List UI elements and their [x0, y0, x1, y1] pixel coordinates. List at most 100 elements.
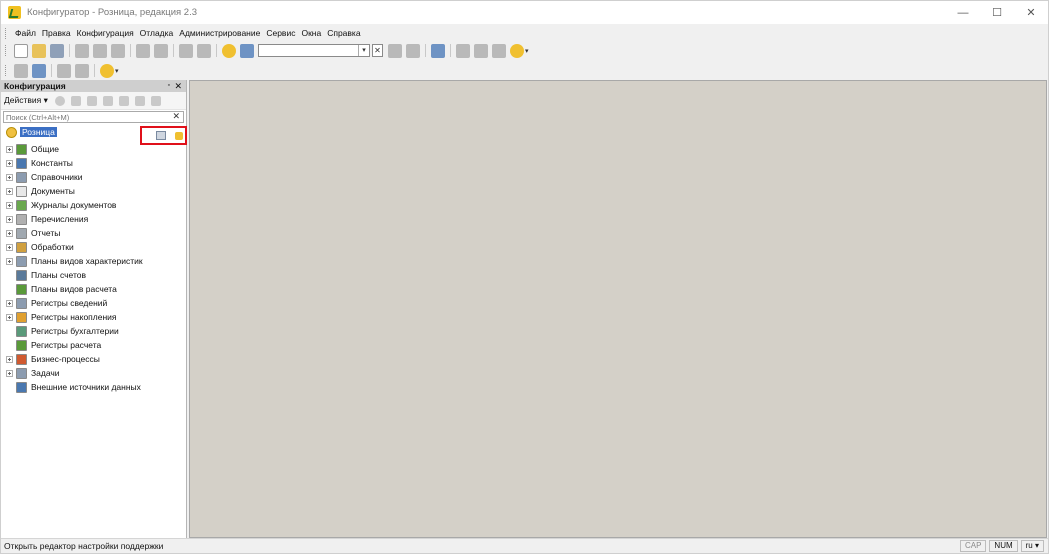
toolbar-separator — [94, 64, 95, 77]
save-icon[interactable] — [50, 43, 64, 58]
move-down-icon[interactable] — [134, 95, 145, 106]
toolbar-more-chevron-icon[interactable]: ▾ — [525, 47, 529, 55]
update-database-icon[interactable] — [32, 63, 46, 78]
expand-icon[interactable] — [6, 355, 13, 363]
expand-icon[interactable] — [6, 313, 13, 321]
toolbar-grip — [5, 45, 8, 56]
menu-file[interactable]: Файл — [12, 28, 39, 38]
tree-item-label: Планы видов расчета — [31, 284, 117, 294]
start-debug-icon[interactable] — [100, 63, 114, 78]
tree-item[interactable]: Справочники — [1, 170, 186, 184]
edit-icon[interactable] — [70, 95, 81, 106]
panel-title: Конфигурация — [4, 81, 66, 91]
support-settings-icon[interactable] — [156, 131, 166, 140]
windows-icon[interactable] — [431, 43, 445, 58]
expand-icon[interactable] — [6, 145, 13, 153]
hint-icon[interactable] — [474, 43, 488, 58]
tree-item[interactable]: Общие — [1, 142, 186, 156]
table-icon[interactable] — [75, 63, 89, 78]
menu-configuration[interactable]: Конфигурация — [74, 28, 137, 38]
print-preview-icon[interactable] — [154, 43, 168, 58]
menu-debug[interactable]: Отладка — [137, 28, 177, 38]
expand-icon[interactable] — [6, 229, 13, 237]
tree-item[interactable]: Обработки — [1, 240, 186, 254]
sort-icon[interactable] — [150, 95, 161, 106]
close-button[interactable]: ✕ — [1014, 1, 1048, 24]
panel-close-icon[interactable]: ✕ — [174, 80, 182, 92]
find-in-tree-icon[interactable] — [222, 43, 236, 58]
tree-root-label[interactable]: Розница — [20, 127, 57, 137]
print-icon[interactable] — [136, 43, 150, 58]
minimize-button[interactable]: — — [946, 1, 980, 24]
tree-item[interactable]: Бизнес-процессы — [1, 352, 186, 366]
tree-item[interactable]: Журналы документов — [1, 198, 186, 212]
tree-item[interactable]: Перечисления — [1, 212, 186, 226]
menu-help[interactable]: Справка — [324, 28, 363, 38]
redo-icon[interactable] — [197, 43, 211, 58]
tree-search-clear-icon[interactable]: ✕ — [172, 111, 180, 122]
tree-item[interactable]: Планы счетов — [1, 268, 186, 282]
tree-item[interactable]: Задачи — [1, 366, 186, 380]
menu-windows[interactable]: Окна — [298, 28, 324, 38]
app-logo-icon — [8, 6, 21, 19]
find-previous-icon[interactable] — [406, 43, 420, 58]
expand-icon[interactable] — [6, 201, 13, 209]
lock-icon[interactable] — [175, 132, 183, 140]
cut-icon[interactable] — [75, 43, 89, 58]
new-document-icon[interactable] — [14, 43, 28, 58]
expand-icon[interactable] — [6, 257, 13, 265]
pin-icon[interactable]: ▫ — [168, 80, 170, 92]
mdi-workspace[interactable] — [189, 80, 1047, 538]
search-combo-input[interactable]: ▾ — [258, 44, 370, 57]
tree-item[interactable]: Отчеты — [1, 226, 186, 240]
tree-node-icon — [16, 311, 27, 323]
open-configuration-icon[interactable] — [14, 63, 28, 78]
expand-icon[interactable] — [6, 173, 13, 181]
tree-item[interactable]: Регистры бухгалтерии — [1, 324, 186, 338]
delete-icon[interactable] — [102, 95, 113, 106]
tree-item-label: Внешние источники данных — [31, 382, 141, 392]
tree-node-icon — [16, 283, 27, 295]
info-icon[interactable] — [510, 43, 524, 58]
template-icon[interactable] — [492, 43, 506, 58]
tree-item[interactable]: Планы видов расчета — [1, 282, 186, 296]
tree-node-icon — [16, 255, 27, 267]
tree-item[interactable]: Документы — [1, 184, 186, 198]
tree-search-input[interactable] — [4, 112, 169, 122]
configuration-toolbar: ▾ — [1, 61, 1048, 80]
syntax-helper-icon[interactable] — [456, 43, 470, 58]
tree-item[interactable]: Константы — [1, 156, 186, 170]
add-icon[interactable] — [54, 95, 65, 106]
maximize-button[interactable]: ☐ — [980, 1, 1014, 24]
undo-icon[interactable] — [179, 43, 193, 58]
tree-item[interactable]: Планы видов характеристик — [1, 254, 186, 268]
language-indicator[interactable]: ru ▾ — [1020, 540, 1044, 552]
expand-icon[interactable] — [6, 159, 13, 167]
move-up-icon[interactable] — [118, 95, 129, 106]
copy-icon[interactable] — [93, 43, 107, 58]
expand-icon[interactable] — [6, 369, 13, 377]
expand-icon[interactable] — [6, 187, 13, 195]
toolbar-more-chevron-icon[interactable]: ▾ — [115, 67, 119, 75]
paste-icon[interactable] — [111, 43, 125, 58]
chevron-down-icon[interactable]: ▾ — [358, 45, 369, 56]
tree-item-label: Планы счетов — [31, 270, 87, 280]
menu-administration[interactable]: Администрирование — [176, 28, 263, 38]
expand-icon[interactable] — [6, 215, 13, 223]
menu-service[interactable]: Сервис — [263, 28, 298, 38]
expand-icon[interactable] — [6, 299, 13, 307]
tree-item[interactable]: Регистры расчета — [1, 338, 186, 352]
tree-item[interactable]: Регистры накопления — [1, 310, 186, 324]
search-clear-icon[interactable]: ✕ — [372, 44, 383, 57]
tree-item-label: Документы — [31, 186, 75, 196]
properties-icon[interactable] — [57, 63, 71, 78]
find-next-icon[interactable] — [388, 43, 402, 58]
copy-item-icon[interactable] — [86, 95, 97, 106]
tree-item[interactable]: Регистры сведений — [1, 296, 186, 310]
search-icon[interactable] — [240, 43, 254, 58]
open-folder-icon[interactable] — [32, 43, 46, 58]
expand-icon[interactable] — [6, 243, 13, 251]
actions-menu[interactable]: Действия ▾ — [4, 95, 48, 106]
tree-item[interactable]: Внешние источники данных — [1, 380, 186, 394]
menu-edit[interactable]: Правка — [39, 28, 74, 38]
